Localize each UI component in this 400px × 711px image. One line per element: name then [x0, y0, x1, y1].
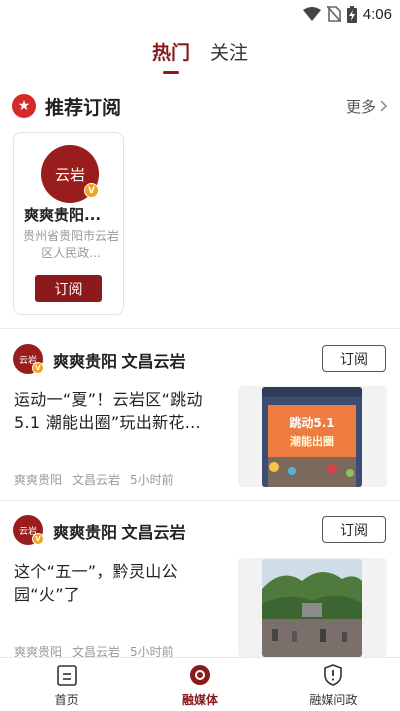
- feed-source-name: 爽爽贵阳 文昌云岩: [53, 354, 186, 371]
- media-circle-icon: [189, 664, 211, 686]
- feed-thumbnail[interactable]: 跳动5.1 潮能出圈: [262, 387, 362, 487]
- home-doc-icon: [56, 664, 78, 686]
- star-badge-icon: ★: [12, 94, 36, 118]
- nav-politics[interactable]: 融媒问政: [267, 658, 400, 711]
- tab-follow[interactable]: 关注: [210, 40, 248, 74]
- avatar-logo-text: 云岩: [54, 165, 85, 184]
- feed-item[interactable]: 云岩 V 爽爽贵阳 文昌云岩 订阅 运动一“夏”！云岩区“跳动5.1 潮能出圈”…: [0, 330, 400, 500]
- verified-icon: V: [32, 362, 44, 374]
- bottom-nav: 首页 融媒体 融媒问政: [0, 657, 400, 711]
- verified-icon: V: [32, 533, 44, 545]
- sim-off-icon: [326, 6, 341, 22]
- feed-item[interactable]: 云岩 V 爽爽贵阳 文昌云岩 订阅 这个“五一”，黔灵山公园“火”了 爽爽贵阳 …: [0, 502, 400, 659]
- verified-icon: V: [84, 183, 99, 198]
- shield-alert-icon: [322, 664, 344, 686]
- nav-home[interactable]: 首页: [0, 658, 133, 711]
- wifi-icon: [302, 7, 321, 21]
- feed-source-name: 爽爽贵阳 文昌云岩: [53, 525, 186, 542]
- nav-politics-label: 融媒问政: [309, 693, 358, 707]
- poster-title-text: 跳动5.1: [289, 415, 334, 430]
- recommend-header: ★ 推荐订阅 更多: [12, 92, 388, 120]
- feed-subscribe-button[interactable]: 订阅: [322, 345, 386, 372]
- feed-meta: 爽爽贵阳 文昌云岩 5小时前: [14, 471, 174, 488]
- chevron-right-icon: [380, 100, 388, 112]
- meta-source: 爽爽贵阳: [14, 473, 63, 487]
- more-label: 更多: [345, 98, 376, 116]
- recommend-title: 推荐订阅: [45, 97, 122, 119]
- feed-subscribe-button[interactable]: 订阅: [322, 516, 386, 543]
- tab-hot[interactable]: 热门: [152, 40, 190, 74]
- more-link[interactable]: 更多: [346, 96, 388, 117]
- park-photo-image: [262, 559, 362, 657]
- feed-headline[interactable]: 运动一“夏”！云岩区“跳动5.1 潮能出圈”玩出新花...: [14, 388, 228, 434]
- tab-follow-label: 关注: [210, 43, 249, 64]
- meta-time: 5小时前: [130, 473, 174, 487]
- feed-headline[interactable]: 这个“五一”，黔灵山公园“火”了: [14, 560, 228, 606]
- divider: [0, 500, 400, 501]
- status-icons: 4:06: [302, 5, 392, 23]
- divider: [0, 328, 400, 329]
- nav-media[interactable]: 融媒体: [133, 658, 266, 711]
- recommend-card-name: 爽爽贵阳...: [24, 206, 102, 224]
- feed-thumbnail[interactable]: [262, 559, 362, 657]
- meta-channel: 文昌云岩: [72, 473, 121, 487]
- nav-media-label: 融媒体: [181, 693, 218, 707]
- status-time: 4:06: [362, 5, 392, 23]
- top-tabs: 热门 关注: [0, 40, 400, 80]
- recommend-subscribe-button[interactable]: 订阅: [35, 275, 102, 302]
- nav-home-label: 首页: [54, 693, 79, 707]
- tab-hot-label: 热门: [151, 43, 190, 64]
- recommend-card-description: 贵州省贵阳市云岩区人民政...: [22, 229, 119, 260]
- tab-active-indicator: [162, 71, 179, 74]
- event-poster-image: 跳动5.1 潮能出圈: [262, 387, 362, 487]
- poster-subtitle-text: 潮能出圈: [290, 434, 334, 448]
- status-bar: 4:06: [0, 0, 400, 30]
- battery-charging-icon: [346, 5, 357, 23]
